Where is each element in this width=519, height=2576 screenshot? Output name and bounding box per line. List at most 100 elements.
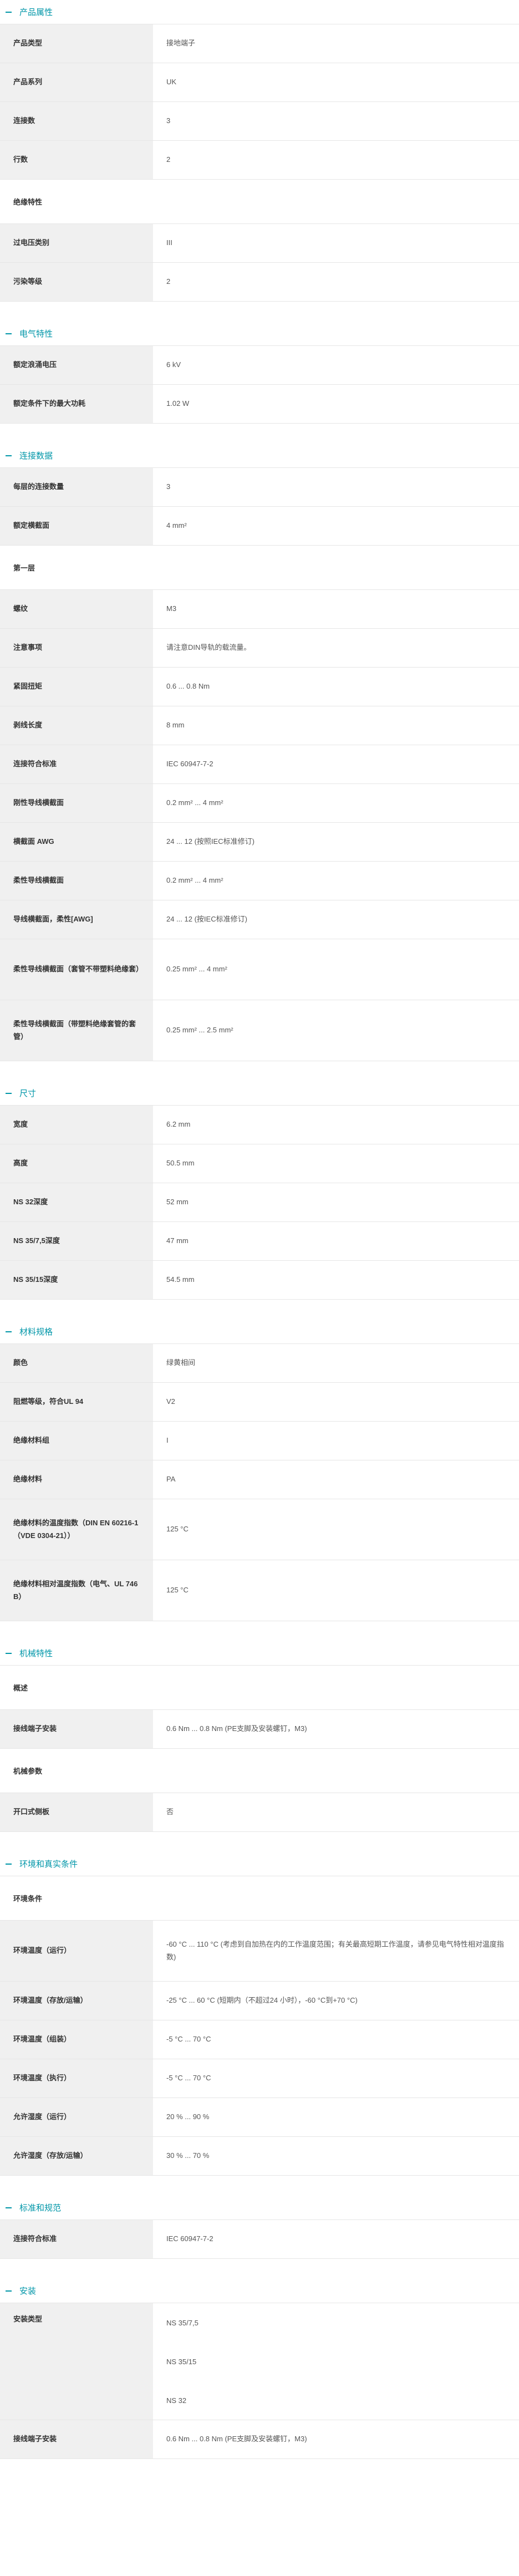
spec-value: PA	[166, 1475, 176, 1484]
section-title: 材料规格	[19, 1327, 53, 1337]
section-mechanical-header[interactable]: 机械特性	[0, 1641, 519, 1666]
spec-value: 54.5 mm	[166, 1275, 195, 1284]
spec-key: 剥线长度	[0, 706, 153, 745]
section-standards-header[interactable]: 标准和规范	[0, 2196, 519, 2220]
spec-key: 每层的连接数量	[0, 468, 153, 506]
spec-key: 柔性导线横截面（套管不带塑料绝缘套）	[0, 939, 153, 1000]
spec-row: 螺纹 M3	[0, 590, 519, 629]
spec-row: NS 32深度 52 mm	[0, 1183, 519, 1222]
spec-key: NS 35/15深度	[0, 1261, 153, 1299]
spec-row: 额定浪涌电压 6 kV	[0, 346, 519, 385]
spec-value: V2	[166, 1397, 175, 1406]
spec-value: III	[166, 238, 172, 247]
dash-icon	[6, 11, 12, 13]
spec-key: 绝缘材料组	[0, 1422, 153, 1460]
subsection-title: 第一层	[0, 546, 519, 590]
spec-row: 污染等级 2	[0, 263, 519, 302]
spec-row: 过电压类别 III	[0, 224, 519, 263]
spec-value: IEC 60947-7-2	[166, 2234, 213, 2243]
subsection-title: 绝缘特性	[0, 180, 519, 224]
spec-values: NS 35/7,5 NS 35/15 NS 32	[153, 2303, 519, 2420]
spec-value: -60 °C ... 110 °C (考虑到自加热在内的工作温度范围；有关最高短…	[166, 1939, 504, 1961]
spec-value: IEC 60947-7-2	[166, 760, 213, 768]
spec-value: 0.6 ... 0.8 Nm	[166, 682, 210, 691]
spec-row: 环境温度（存放/运输） -25 °C ... 60 °C (短期内（不超过24 小…	[0, 1982, 519, 2020]
spec-value: 接地端子	[166, 39, 196, 48]
spec-value: NS 35/7,5	[166, 2318, 199, 2327]
spec-row: 环境温度（组装） -5 °C ... 70 °C	[0, 2020, 519, 2059]
spec-value: 20 % ... 90 %	[166, 2112, 210, 2121]
dash-icon	[6, 2207, 12, 2208]
spec-row-multi: 安装类型 NS 35/7,5 NS 35/15 NS 32	[0, 2303, 519, 2420]
spec-row: 接线端子安装 0.6 Nm ... 0.8 Nm (PE支脚及安装螺钉，M3)	[0, 1710, 519, 1749]
spec-row: 允许湿度（存放/运输） 30 % ... 70 %	[0, 2137, 519, 2176]
section-connection-header[interactable]: 连接数据	[0, 444, 519, 468]
section-title: 环境和真实条件	[19, 1860, 78, 1869]
spec-value: 1.02 W	[166, 399, 190, 408]
spec-row: 产品类型 接地端子	[0, 24, 519, 63]
spec-key: 允许湿度（运行）	[0, 2098, 153, 2136]
spec-key: 过电压类别	[0, 224, 153, 262]
section-install-header[interactable]: 安装	[0, 2279, 519, 2303]
spec-row: 横截面 AWG 24 ... 12 (按照IEC标准修订)	[0, 823, 519, 862]
section-dimensions-header[interactable]: 尺寸	[0, 1081, 519, 1106]
dash-icon	[6, 2290, 12, 2292]
spec-key: 环境温度（存放/运输）	[0, 1982, 153, 2020]
spec-key: 安装类型	[0, 2303, 153, 2420]
spec-value: 52 mm	[166, 1198, 189, 1206]
spec-row: 导线横截面，柔性[AWG] 24 ... 12 (按IEC标准修订)	[0, 900, 519, 939]
spec-key: 开口式侧板	[0, 1793, 153, 1831]
spec-row: 额定条件下的最大功耗 1.02 W	[0, 385, 519, 424]
spec-key: 螺纹	[0, 590, 153, 628]
spec-key: 颜色	[0, 1344, 153, 1382]
dash-icon	[6, 455, 12, 456]
section-material-header[interactable]: 材料规格	[0, 1320, 519, 1344]
spec-value: 3	[166, 116, 171, 125]
spec-key: 绝缘材料	[0, 1460, 153, 1499]
spec-key: 污染等级	[0, 263, 153, 301]
section-title: 产品属性	[19, 8, 53, 17]
spec-value: I	[166, 1436, 169, 1445]
spec-key: 绝缘材料的温度指数（DIN EN 60216-1（VDE 0304-21））	[0, 1499, 153, 1560]
spec-key: 产品类型	[0, 24, 153, 63]
spec-value: NS 35/15	[166, 2357, 197, 2366]
section-product-header[interactable]: 产品属性	[0, 0, 519, 24]
spec-row: 每层的连接数量 3	[0, 468, 519, 507]
spec-key: 横截面 AWG	[0, 823, 153, 861]
spec-key: 环境温度（组装）	[0, 2020, 153, 2059]
dash-icon	[6, 333, 12, 334]
section-title: 标准和规范	[19, 2203, 62, 2213]
spec-value: 6 kV	[166, 360, 181, 369]
spec-row: NS 35/15深度 54.5 mm	[0, 1261, 519, 1300]
spec-key: 刚性导线横截面	[0, 784, 153, 822]
spec-key: 接线端子安装	[0, 2420, 153, 2458]
spec-value: 绿黄相间	[166, 1358, 196, 1367]
section-electrical-header[interactable]: 电气特性	[0, 322, 519, 346]
section-environment-header[interactable]: 环境和真实条件	[0, 1852, 519, 1876]
spec-value: 4 mm²	[166, 521, 187, 530]
spec-value: 3	[166, 482, 171, 491]
spec-key: 额定横截面	[0, 507, 153, 545]
spec-value: 125 °C	[166, 1586, 189, 1595]
spec-row: 额定横截面 4 mm²	[0, 507, 519, 546]
spec-key: 环境温度（执行）	[0, 2059, 153, 2098]
subsection-title: 机械参数	[0, 1749, 519, 1793]
spec-value: -5 °C ... 70 °C	[166, 2035, 211, 2044]
dash-icon	[6, 1331, 12, 1332]
spec-row: 绝缘材料组 I	[0, 1422, 519, 1460]
spec-value: 30 % ... 70 %	[166, 2151, 210, 2160]
spec-value: -5 °C ... 70 °C	[166, 2074, 211, 2083]
spec-value: 24 ... 12 (按IEC标准修订)	[166, 915, 247, 924]
spec-key: 阻燃等级，符合UL 94	[0, 1383, 153, 1421]
spec-key: 绝缘材料相对温度指数（电气、UL 746 B）	[0, 1560, 153, 1621]
spec-row: 连接符合标准 IEC 60947-7-2	[0, 2220, 519, 2259]
section-title: 安装	[19, 2287, 37, 2296]
spec-value: 8 mm	[166, 721, 185, 730]
dash-icon	[6, 1652, 12, 1654]
spec-value: 请注意DIN导轨的载流量。	[166, 643, 251, 652]
spec-key: 额定浪涌电压	[0, 346, 153, 384]
spec-value: 0.25 mm² ... 4 mm²	[166, 965, 227, 974]
spec-key: 环境温度（运行）	[0, 1921, 153, 1981]
spec-key: 额定条件下的最大功耗	[0, 385, 153, 423]
spec-value: M3	[166, 604, 177, 613]
